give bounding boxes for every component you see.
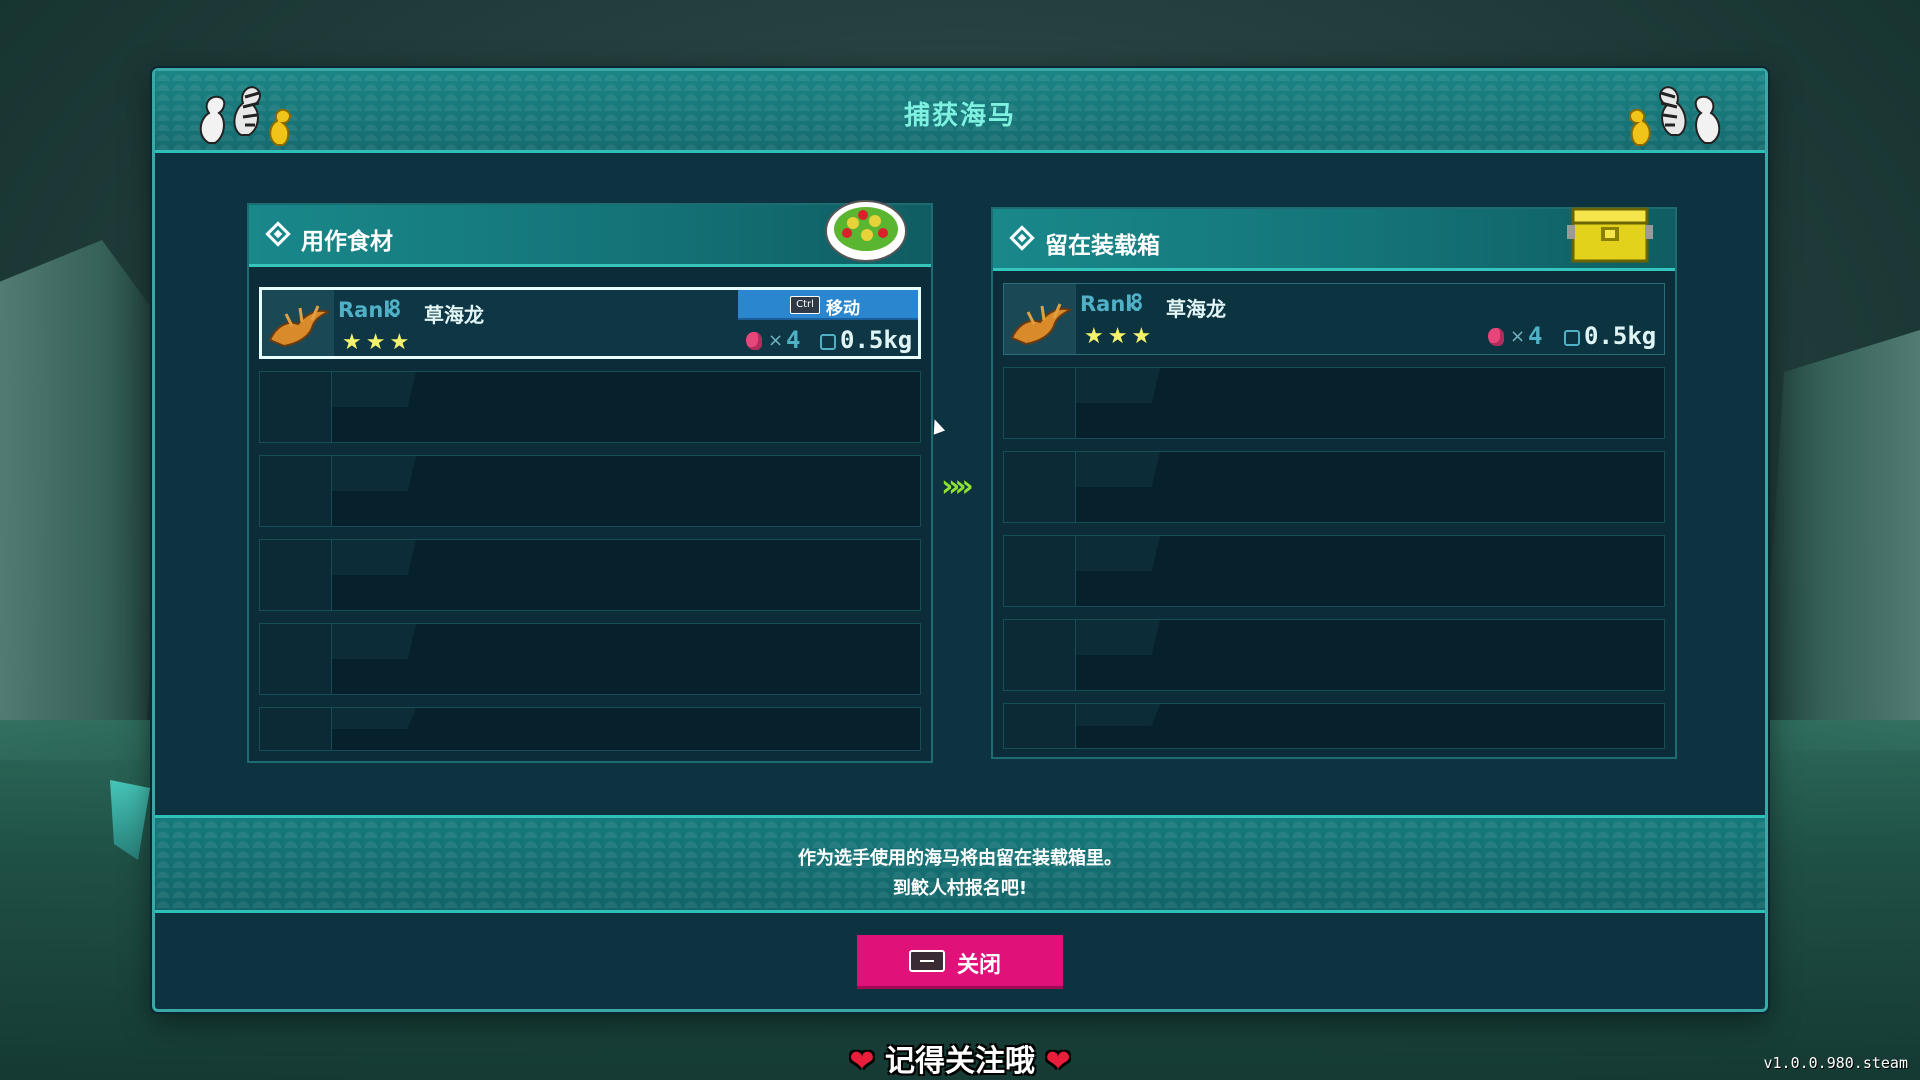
close-button-label: 关闭 [957, 953, 1002, 978]
panel-header: 用作食材 [249, 200, 931, 267]
seahorse-decoration-icon [1629, 86, 1721, 146]
weight-value: 0.5kg [1584, 322, 1657, 350]
seadragon-thumbnail [1004, 284, 1076, 354]
storage-slot-3[interactable] [1003, 451, 1665, 523]
background-cliff-right [1760, 330, 1920, 750]
close-button[interactable]: 关闭 [857, 935, 1063, 989]
move-button[interactable]: Ctrl 移动 [738, 290, 918, 320]
meat-icon [746, 332, 762, 350]
weight-icon [820, 334, 836, 350]
seadragon-icon [1010, 303, 1073, 346]
transfer-arrows-icon: »» [941, 469, 974, 504]
panel-header: 留在装载箱 [993, 207, 1675, 271]
dialog-title: 捕获海马 [903, 101, 1016, 131]
ingredient-slot-3[interactable] [259, 455, 921, 527]
move-button-label: 移动 [826, 299, 860, 319]
ingredient-slot-1[interactable]: Rank 8 草海龙 ★★★ × 4 0.5kg Ctrl 移动 [259, 287, 921, 359]
storage-chest-icon [1567, 207, 1653, 263]
salad-bowl-icon [825, 200, 907, 262]
follow-reminder-text: 记得关注哦 [885, 1044, 1035, 1079]
title-bar: 捕获海马 [155, 71, 1765, 153]
storage-slot-1[interactable]: Rank 8 草海龙 ★★★ × 4 0.5kg [1003, 283, 1665, 355]
storage-slot-4[interactable] [1003, 535, 1665, 607]
ingredient-slot-4[interactable] [259, 539, 921, 611]
keep-in-storage-panel: 留在装载箱 Rank 8 草海龙 ★★★ × 4 0.5kg [991, 207, 1677, 759]
info-message-line-1: 作为选手使用的海马将由留在装载箱里。 [798, 848, 1122, 869]
ingredient-slot-2[interactable] [259, 371, 921, 443]
seahorse-name: 草海龙 [424, 303, 484, 327]
panel-title: 用作食材 [301, 229, 393, 255]
weight-value: 0.5kg [840, 326, 913, 354]
diamond-icon [1009, 225, 1035, 251]
meat-icon [1488, 328, 1504, 346]
capture-seahorse-dialog: 捕获海马 用作食材 Rank 8 草海龙 ★★★ × 4 0.5kg Ctrl … [152, 68, 1768, 1012]
rank-value: 8 [388, 297, 402, 322]
use-as-ingredient-panel: 用作食材 Rank 8 草海龙 ★★★ × 4 0.5kg Ctrl 移动 [247, 200, 933, 763]
seahorse-name: 草海龙 [1166, 297, 1226, 321]
panel-title: 留在装载箱 [1045, 233, 1160, 259]
star-rating: ★★★ [342, 330, 414, 355]
diamond-icon [265, 221, 291, 247]
rank-value: 8 [1130, 291, 1144, 316]
heart-icon: ❤ [1045, 1044, 1071, 1079]
seadragon-icon [268, 305, 331, 348]
meat-count: 4 [1528, 322, 1543, 350]
seadragon-thumbnail [262, 290, 334, 356]
multiplier-sign: × [768, 330, 784, 351]
heart-icon: ❤ [849, 1044, 875, 1079]
follow-reminder-overlay: ❤ 记得关注哦 ❤ [0, 1036, 1920, 1080]
star-rating: ★★★ [1084, 324, 1156, 349]
storage-slot-5[interactable] [1003, 619, 1665, 691]
ingredient-slot-5[interactable] [259, 623, 921, 695]
storage-slot-6[interactable] [1003, 703, 1665, 749]
weight-icon [1564, 330, 1580, 346]
ctrl-key-icon: Ctrl [790, 296, 820, 314]
storage-slot-2[interactable] [1003, 367, 1665, 439]
ingredient-slot-6[interactable] [259, 707, 921, 751]
multiplier-sign: × [1510, 326, 1526, 347]
space-key-icon [909, 950, 945, 972]
meat-count: 4 [786, 326, 801, 354]
info-message-line-2: 到鲛人村报名吧! [892, 878, 1028, 899]
background-cliff-left [0, 240, 170, 760]
version-label: v1.0.0.980.steam [1763, 1054, 1909, 1072]
info-message-bar: 作为选手使用的海马将由留在装载箱里。 到鲛人村报名吧! [155, 815, 1765, 913]
